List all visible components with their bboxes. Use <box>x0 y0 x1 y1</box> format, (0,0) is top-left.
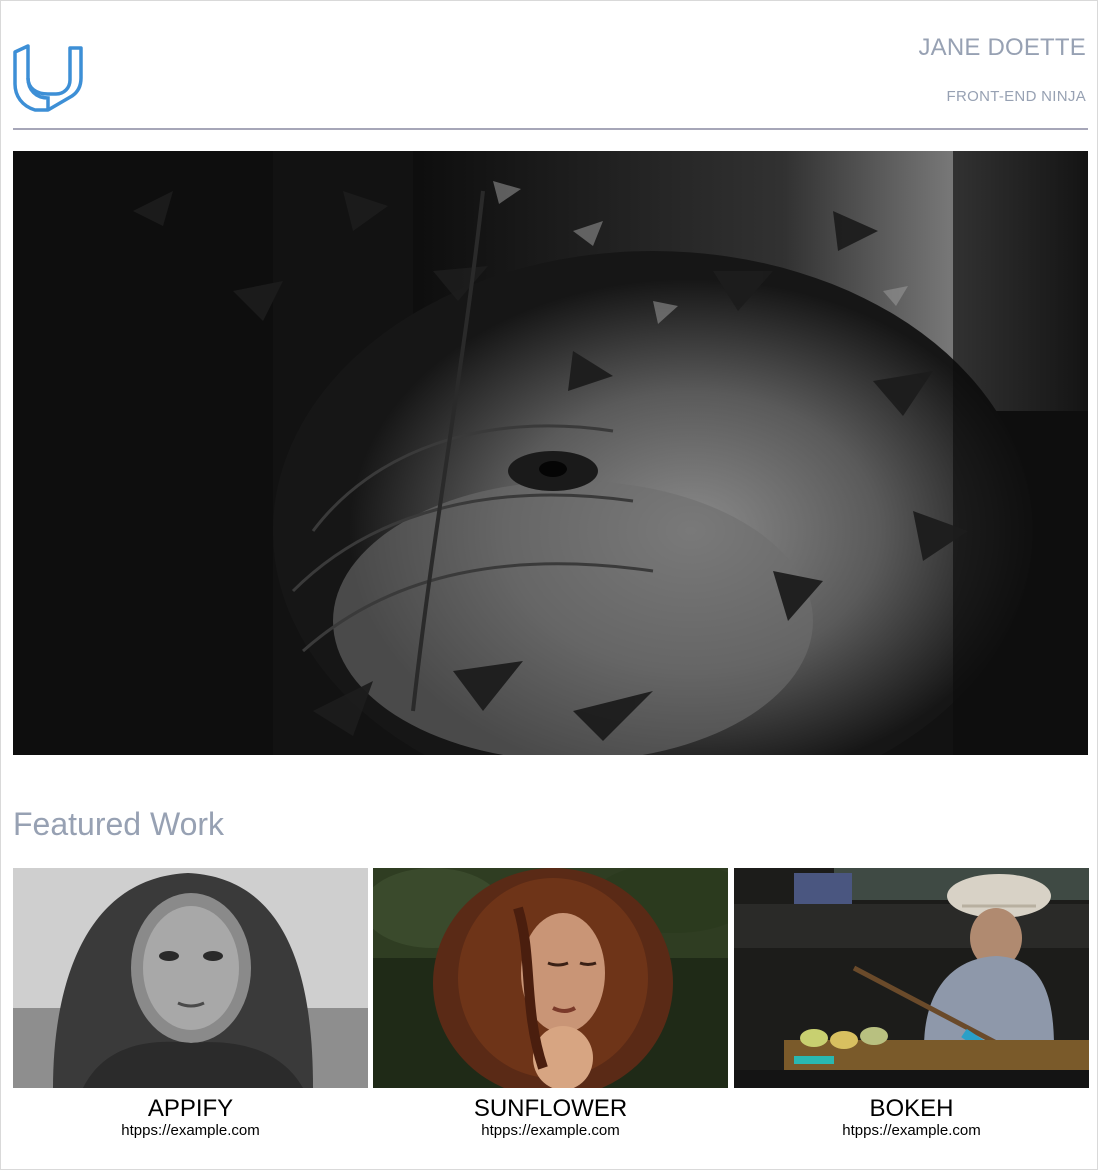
boat-vendor-image[interactable] <box>734 868 1089 1088</box>
udacity-logo-icon[interactable] <box>12 44 84 116</box>
card-link[interactable]: htpps://example.com <box>13 1122 368 1139</box>
card-link[interactable]: htpps://example.com <box>373 1122 728 1139</box>
featured-card-bokeh[interactable]: BOKEH htpps://example.com <box>734 868 1089 1139</box>
header-divider <box>13 128 1088 130</box>
featured-work-heading: Featured Work <box>13 806 225 842</box>
page: JANE DOETTE FRONT-END NINJA Featured Wor… <box>0 0 1098 1170</box>
card-title: APPIFY <box>147 1095 234 1122</box>
featured-card-sunflower[interactable]: SUNFLOWER htpps://example.com <box>373 868 728 1139</box>
card-title: BOKEH <box>869 1095 954 1122</box>
hooded-person-portrait-image[interactable] <box>13 868 368 1088</box>
card-link[interactable]: htpps://example.com <box>734 1122 1089 1139</box>
card-title: SUNFLOWER <box>473 1095 628 1122</box>
curly-hair-woman-image[interactable] <box>373 868 728 1088</box>
site-owner-role: FRONT-END NINJA <box>946 88 1086 105</box>
site-owner-name: JANE DOETTE <box>918 34 1086 61</box>
hero-image <box>13 151 1088 755</box>
featured-card-appify[interactable]: APPIFY htpps://example.com <box>13 868 368 1139</box>
